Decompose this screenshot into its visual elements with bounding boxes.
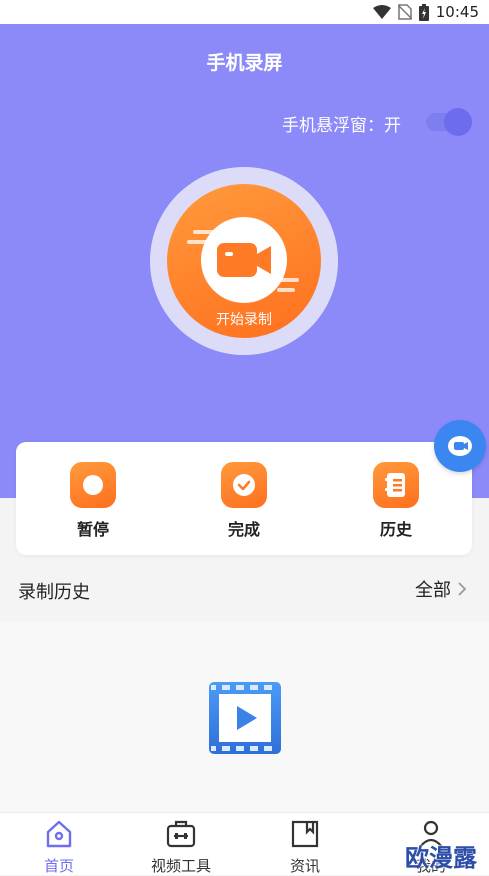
pause-label: 暂停 [76, 520, 109, 539]
history-title: 录制历史 [18, 582, 90, 603]
wifi-icon [372, 5, 391, 19]
pause-button[interactable]: 暂停 [53, 462, 133, 540]
finish-button[interactable]: 完成 [204, 462, 284, 540]
tab-news[interactable]: 资讯 [260, 819, 350, 876]
history-label: 历史 [379, 520, 412, 539]
view-all-label: 全部 [415, 580, 451, 601]
tab-home-label: 首页 [43, 857, 74, 875]
floating-recorder-button[interactable] [434, 420, 486, 472]
no-sim-icon [397, 4, 412, 20]
history-list-area [0, 622, 489, 812]
tab-video-tools-label: 视频工具 [150, 857, 211, 875]
history-icon [373, 462, 419, 508]
pause-icon [70, 462, 116, 508]
watermark-text: 欧漫露 [405, 844, 477, 872]
tab-news-label: 资讯 [289, 857, 320, 875]
start-recording-label: 开始录制 [216, 312, 272, 328]
tab-home[interactable]: 首页 [14, 819, 104, 876]
page-title: 手机录屏 [206, 52, 283, 74]
battery-charging-icon [418, 3, 429, 21]
toggle-knob [444, 108, 472, 136]
history-header: 录制历史 全部 [0, 558, 489, 620]
status-icons: 10:45 [372, 3, 479, 21]
home-icon [46, 820, 72, 848]
action-card: 暂停 完成 历史 [16, 442, 472, 555]
start-recording-button[interactable]: 开始录制 [167, 184, 321, 338]
status-time: 10:45 [435, 3, 479, 21]
video-camera-icon [187, 217, 299, 303]
check-icon [221, 462, 267, 508]
video-film-icon [209, 682, 281, 754]
camera-bubble-icon [448, 436, 472, 456]
status-bar: 10:45 [0, 0, 489, 24]
chevron-right-icon [458, 582, 467, 596]
float-window-toggle[interactable] [420, 106, 472, 138]
bookmark-icon [291, 820, 319, 848]
history-button[interactable]: 历史 [356, 462, 436, 540]
toolbox-icon [166, 820, 196, 848]
view-all-button[interactable]: 全部 [415, 576, 467, 602]
float-window-label: 手机悬浮窗：开 [282, 116, 401, 136]
tab-video-tools[interactable]: 视频工具 [136, 819, 226, 876]
finish-label: 完成 [227, 520, 260, 539]
